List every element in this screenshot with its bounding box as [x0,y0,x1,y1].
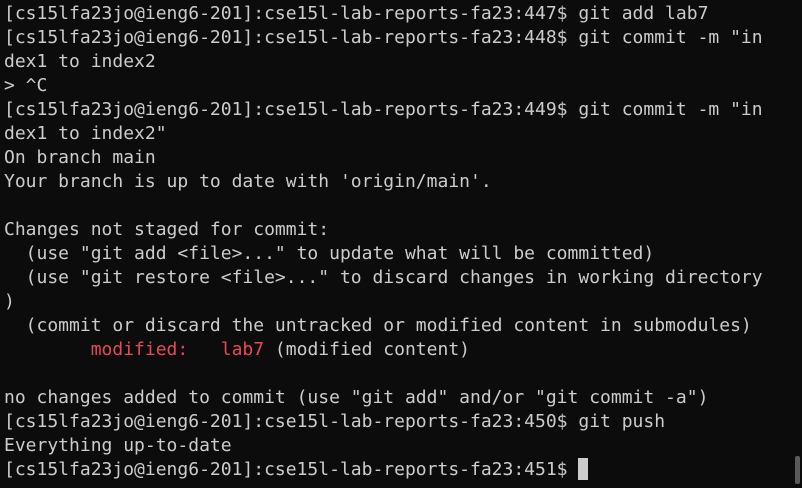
terminal-line: [cs15lfa23jo@ieng6-201]:cse15l-lab-repor… [4,27,763,48]
terminal-line: Everything up-to-date [4,435,232,456]
terminal-line: ) [4,291,15,312]
prompt-line[interactable]: [cs15lfa23jo@ieng6-201]:cse15l-lab-repor… [4,458,802,482]
terminal-line: Your branch is up to date with 'origin/m… [4,171,492,192]
modified-file-line: modified: lab7 (modified content) [4,338,802,362]
terminal-line: [cs15lfa23jo@ieng6-201]:cse15l-lab-repor… [4,411,666,432]
terminal-line: (use "git add <file>..." to update what … [4,243,655,264]
terminal-line: [cs15lfa23jo@ieng6-201]:cse15l-lab-repor… [4,3,709,24]
terminal-line: > ^C [4,75,48,96]
terminal-line: no changes added to commit (use "git add… [4,387,709,408]
terminal-line: On branch main [4,147,156,168]
scrollbar[interactable] [792,0,802,488]
scrollbar-thumb[interactable] [795,456,800,484]
modified-suffix: (modified content) [264,339,470,360]
terminal-window[interactable]: [cs15lfa23jo@ieng6-201]:cse15l-lab-repor… [0,0,802,488]
terminal-line: dex1 to index2" [4,123,167,144]
terminal-line: (use "git restore <file>..." to discard … [4,267,763,288]
terminal-line: (commit or discard the untracked or modi… [4,315,752,336]
modified-status-label: modified: lab7 [90,339,265,360]
shell-prompt: [cs15lfa23jo@ieng6-201]:cse15l-lab-repor… [4,459,579,480]
terminal-line: Changes not staged for commit: [4,219,330,240]
terminal-line: dex1 to index2 [4,51,156,72]
terminal-line: [cs15lfa23jo@ieng6-201]:cse15l-lab-repor… [4,99,763,120]
modified-indent [4,339,91,360]
terminal-output: [cs15lfa23jo@ieng6-201]:cse15l-lab-repor… [4,2,802,482]
text-cursor [578,458,589,480]
